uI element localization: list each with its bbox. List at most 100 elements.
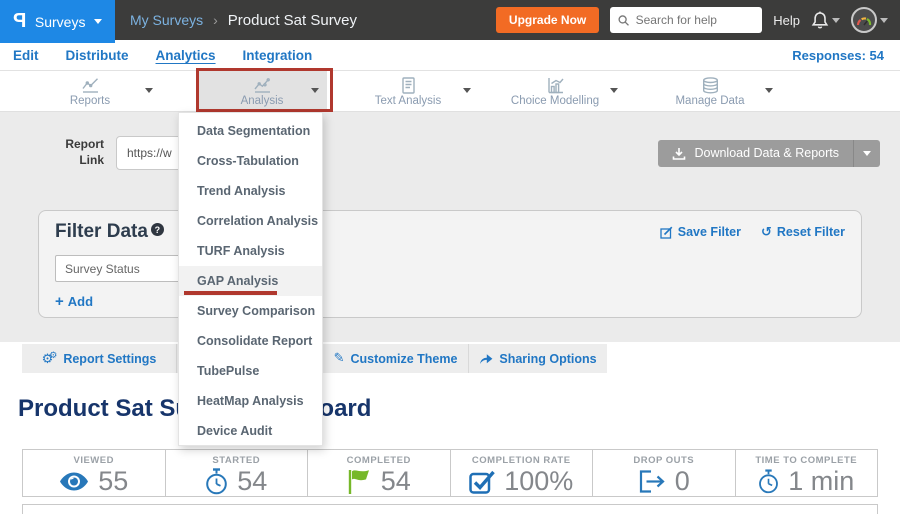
filter-data-section: Filter Data ? Save Filter ↺ Reset Filter	[38, 210, 862, 318]
report-link-label: Report Link	[56, 137, 104, 168]
report-link-row: Report Link Download Data & Reports	[0, 112, 900, 170]
account-menu[interactable]	[851, 7, 888, 33]
text-analysis-label: Text Analysis	[375, 95, 441, 107]
stat-completion-rate: COMPLETION RATE 100%	[451, 450, 594, 496]
caret-down-icon	[880, 18, 888, 23]
menu-item-turf-analysis[interactable]: TURF Analysis	[179, 236, 322, 266]
stopwatch-icon	[205, 468, 228, 495]
filter-header: Filter Data ? Save Filter ↺ Reset Filter	[55, 221, 845, 243]
menu-item-survey-comparison[interactable]: Survey Comparison	[179, 296, 322, 326]
nav-edit[interactable]: Edit	[13, 48, 39, 63]
add-filter-label: Add	[68, 294, 93, 309]
caret-down-icon	[145, 88, 153, 93]
upgrade-now-button[interactable]: Upgrade Now	[496, 7, 599, 33]
menu-item-device-audit[interactable]: Device Audit	[179, 416, 322, 446]
notifications-button[interactable]	[811, 10, 840, 30]
survey-nav: Edit Distribute Analytics Integration Re…	[0, 40, 900, 71]
menu-item-correlation-analysis[interactable]: Correlation Analysis	[179, 206, 322, 236]
eye-icon	[59, 472, 89, 491]
stat-label: STARTED	[212, 455, 260, 466]
menu-item-consolidate-report[interactable]: Consolidate Report	[179, 326, 322, 356]
undo-icon: ↺	[761, 226, 772, 239]
page-title: Product Sat Survey Dashboard	[18, 395, 900, 423]
menu-item-tubepulse[interactable]: TubePulse	[179, 356, 322, 386]
stat-value: 100%	[504, 466, 573, 497]
gauge-icon	[856, 14, 872, 27]
nav-distribute[interactable]: Distribute	[66, 48, 129, 63]
menu-item-cross-tabulation[interactable]: Cross-Tabulation	[179, 146, 322, 176]
plus-icon: +	[55, 293, 64, 310]
share-arrow-icon	[479, 353, 493, 365]
stat-value: 55	[98, 466, 128, 497]
breadcrumb-current-survey: Product Sat Survey	[228, 12, 357, 29]
help-search-input[interactable]	[636, 13, 755, 27]
exit-icon	[638, 469, 666, 494]
add-filter-button[interactable]: + Add	[55, 293, 93, 310]
help-badge-icon[interactable]: ?	[151, 223, 164, 236]
save-filter-button[interactable]: Save Filter	[660, 225, 741, 239]
reset-filter-button[interactable]: ↺ Reset Filter	[761, 225, 845, 239]
caret-down-icon	[765, 88, 773, 93]
tab-report-settings[interactable]: ⚙⚙ Report Settings	[22, 344, 177, 373]
stat-label: TIME TO COMPLETE	[755, 455, 857, 466]
reset-filter-label: Reset Filter	[777, 225, 845, 239]
stat-value: 0	[675, 466, 690, 497]
tab-sharing-options[interactable]: Sharing Options	[468, 344, 607, 373]
download-options-caret[interactable]	[853, 140, 880, 167]
surveys-menu[interactable]: P Surveys	[0, 0, 115, 43]
tab-sharing-options-label: Sharing Options	[499, 352, 596, 366]
manage-data-label: Manage Data	[675, 95, 744, 107]
caret-down-icon	[311, 88, 319, 93]
scatter-chart-icon	[253, 77, 272, 94]
breadcrumb-separator: ›	[213, 12, 218, 28]
top-bar: P Surveys My Surveys › Product Sat Surve…	[0, 0, 900, 40]
stat-label: VIEWED	[74, 455, 114, 466]
help-search	[610, 7, 762, 33]
analysis-label: Analysis	[241, 95, 284, 107]
responses-count: Responses: 54	[792, 48, 884, 63]
reports-button[interactable]: Reports	[25, 71, 155, 112]
stat-label: COMPLETED	[347, 455, 411, 466]
nav-integration[interactable]: Integration	[243, 48, 313, 63]
questionpro-logo-icon: P	[13, 10, 26, 33]
download-label: Download Data & Reports	[694, 146, 839, 160]
bell-icon	[811, 10, 829, 30]
download-icon	[672, 147, 686, 160]
avatar	[851, 7, 877, 33]
tab-customize-theme[interactable]: ✎ Customize Theme	[322, 344, 468, 373]
menu-item-gap-analysis[interactable]: GAP Analysis	[179, 266, 322, 296]
caret-down-icon	[863, 151, 871, 156]
choice-modelling-button[interactable]: Choice Modelling	[490, 71, 620, 112]
database-icon	[701, 77, 720, 94]
text-analysis-button[interactable]: Text Analysis	[343, 71, 473, 112]
checkbox-icon	[469, 469, 495, 495]
menu-item-data-segmentation[interactable]: Data Segmentation	[179, 116, 322, 146]
stat-viewed: VIEWED 55	[23, 450, 166, 496]
download-data-reports-button[interactable]: Download Data & Reports	[658, 140, 853, 167]
analytics-toolbar: Reports Analysis Text Analysis Choice Mo…	[0, 71, 900, 112]
caret-down-icon	[610, 88, 618, 93]
breadcrumb-my-surveys[interactable]: My Surveys	[130, 12, 203, 28]
stat-value: 54	[381, 466, 411, 497]
help-link[interactable]: Help	[773, 13, 800, 28]
edit-square-icon	[660, 226, 673, 239]
next-panel-top-edge	[22, 504, 878, 514]
flag-icon	[347, 468, 372, 495]
analysis-button[interactable]: Analysis	[197, 71, 327, 112]
choice-modelling-label: Choice Modelling	[511, 95, 599, 107]
stopwatch-icon	[758, 469, 779, 494]
manage-data-button[interactable]: Manage Data	[645, 71, 775, 112]
menu-item-heatmap-analysis[interactable]: HeatMap Analysis	[179, 386, 322, 416]
nav-analytics[interactable]: Analytics	[156, 48, 216, 63]
app-screen: P Surveys My Surveys › Product Sat Surve…	[0, 0, 900, 514]
topbar-right: Upgrade Now Help	[496, 7, 900, 33]
menu-item-trend-analysis[interactable]: Trend Analysis	[179, 176, 322, 206]
filter-actions: Save Filter ↺ Reset Filter	[660, 225, 845, 239]
pencil-icon: ✎	[334, 352, 345, 365]
stat-value: 54	[237, 466, 267, 497]
stat-label: COMPLETION RATE	[472, 455, 571, 466]
stat-drop-outs: DROP OUTS 0	[593, 450, 736, 496]
stat-value: 1 min	[788, 466, 854, 497]
reports-label: Reports	[70, 95, 110, 107]
menu-item-gap-analysis-label: GAP Analysis	[197, 274, 278, 288]
